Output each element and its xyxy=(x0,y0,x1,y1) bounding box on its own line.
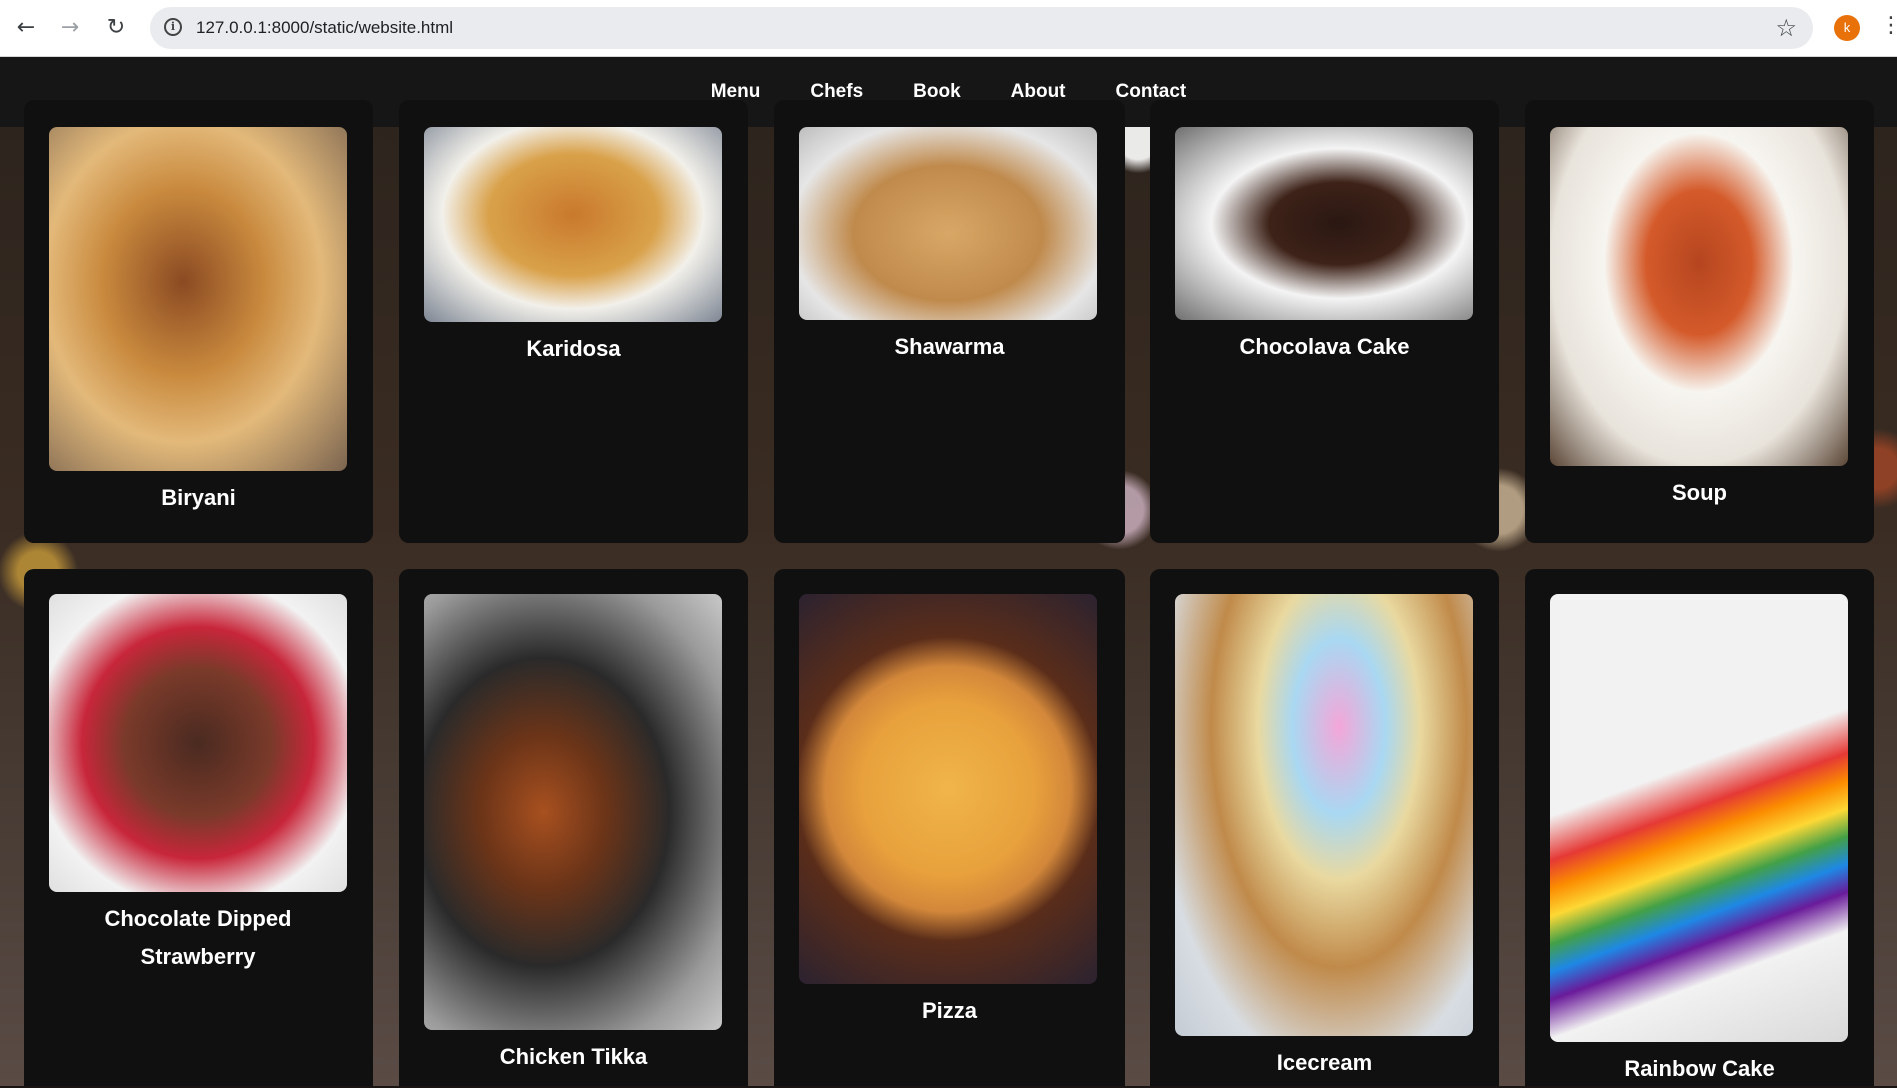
dish-name: Chocolava Cake xyxy=(1239,334,1410,359)
chocolate-strawberry-image xyxy=(49,594,347,892)
dish-name: Soup xyxy=(1672,480,1727,505)
back-arrow-icon[interactable]: ← xyxy=(12,14,40,42)
reload-icon[interactable]: ↻ xyxy=(102,14,130,42)
dish-card-icecream[interactable]: Icecream xyxy=(1150,569,1499,1086)
pizza-image xyxy=(799,594,1097,984)
bookmark-star-icon[interactable]: ☆ xyxy=(1775,14,1797,42)
shawarma-image xyxy=(799,127,1097,320)
dish-card-chocolate-dipped-strawberry[interactable]: Chocolate Dipped Strawberry xyxy=(24,569,373,1086)
site-info-icon[interactable]: i xyxy=(164,18,182,36)
url-text[interactable]: 127.0.0.1:8000/static/website.html xyxy=(196,18,453,38)
dish-name: Karidosa xyxy=(526,336,621,361)
profile-avatar[interactable]: k xyxy=(1834,15,1860,41)
dish-card-chocolava-cake[interactable]: Chocolava Cake xyxy=(1150,100,1499,543)
soup-image xyxy=(1550,127,1848,466)
dish-name: Chicken Tikka xyxy=(499,1044,648,1069)
chicken-tikka-image xyxy=(424,594,722,1030)
dish-card-rainbow-cake[interactable]: Rainbow Cake xyxy=(1525,569,1874,1086)
dish-name: Chocolate Dipped Strawberry xyxy=(104,906,292,969)
dish-name: Icecream xyxy=(1276,1050,1373,1075)
dish-card-soup[interactable]: Soup xyxy=(1525,100,1874,543)
rainbow-cake-image xyxy=(1550,594,1848,1042)
icecream-image xyxy=(1175,594,1473,1036)
browser-menu-icon[interactable]: ⋮ xyxy=(1880,13,1897,38)
dish-card-pizza[interactable]: Pizza xyxy=(774,569,1125,1086)
dish-name: Shawarma xyxy=(894,334,1005,359)
karidosa-image xyxy=(424,127,722,322)
biryani-image xyxy=(49,127,347,471)
dish-name: Pizza xyxy=(921,998,978,1023)
dish-name: Biryani xyxy=(161,485,236,510)
dish-name: Rainbow Cake xyxy=(1624,1056,1775,1081)
forward-arrow-icon[interactable]: → xyxy=(56,14,84,42)
dish-card-chicken-tikka[interactable]: Chicken Tikka xyxy=(399,569,748,1086)
browser-toolbar: ← → ↻ i 127.0.0.1:8000/static/website.ht… xyxy=(0,0,1897,57)
address-bar[interactable]: i 127.0.0.1:8000/static/website.html ☆ xyxy=(150,7,1813,49)
chocolava-cake-image xyxy=(1175,127,1473,320)
dish-card-biryani[interactable]: Biryani xyxy=(24,100,373,543)
dish-card-shawarma[interactable]: Shawarma xyxy=(774,100,1125,543)
dish-card-karidosa[interactable]: Karidosa xyxy=(399,100,748,543)
